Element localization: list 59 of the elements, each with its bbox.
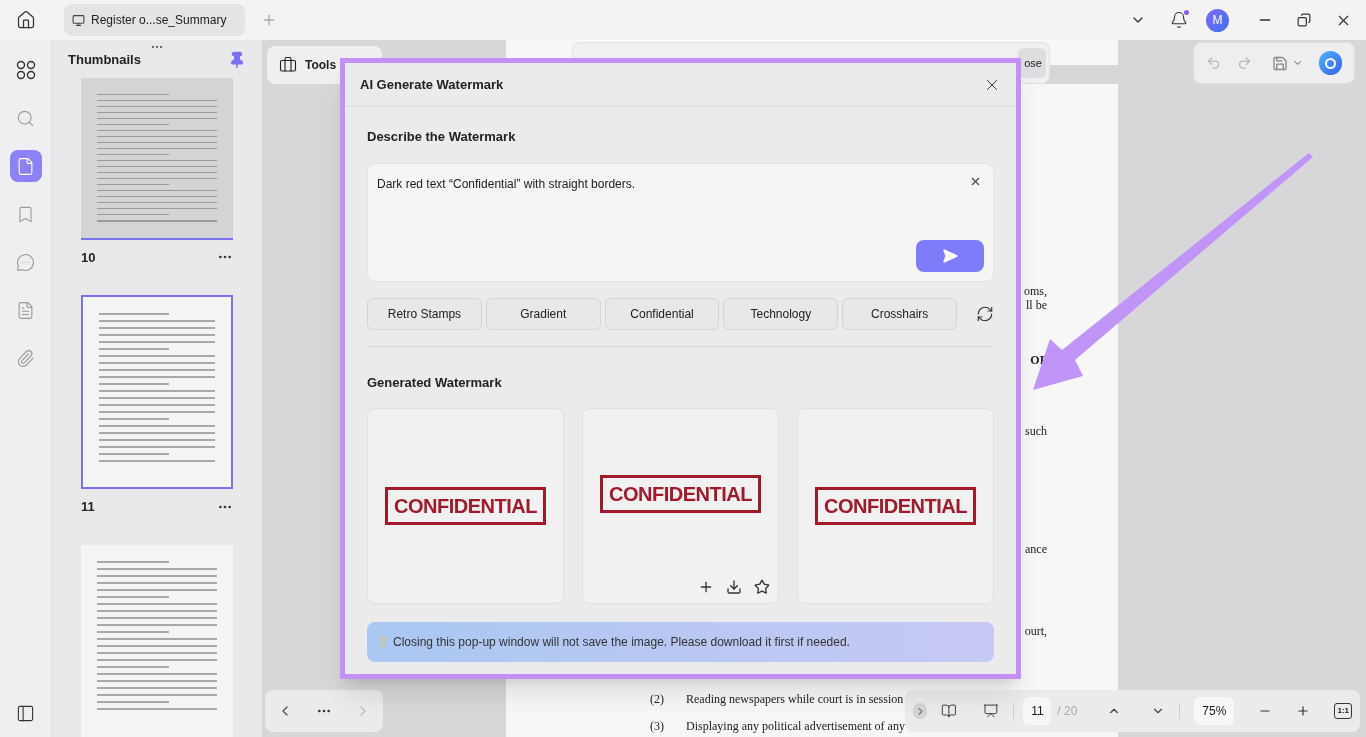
- confidential-stamp: CONFIDENTIAL: [600, 475, 761, 513]
- section-title: Describe the Watermark: [367, 128, 517, 146]
- document-text: such: [1025, 424, 1047, 438]
- document-text: ll be: [1026, 298, 1047, 312]
- style-chip[interactable]: Gradient: [485, 297, 601, 330]
- apps-icon[interactable]: [15, 60, 36, 80]
- prompt-field[interactable]: Dark red text “Confidential” with straight borders.: [367, 162, 994, 282]
- document-text: Reading newspapers while court is in session: [686, 692, 904, 706]
- page-thumbnail[interactable]: [81, 295, 233, 489]
- page-number: 11: [81, 498, 95, 516]
- document-tab[interactable]: Register o...se_Summary: [64, 4, 245, 36]
- page-thumbnail[interactable]: [81, 77, 233, 240]
- page-number-field[interactable]: 11: [1023, 697, 1052, 725]
- user-avatar[interactable]: M: [1206, 8, 1229, 32]
- confidential-stamp: CONFIDENTIAL: [385, 487, 546, 525]
- zoom-in-icon[interactable]: [1296, 703, 1311, 719]
- section-title: Generated Watermark: [367, 373, 503, 392]
- style-chip[interactable]: Retro Stamps: [367, 297, 482, 330]
- page-number: 10: [81, 248, 96, 267]
- ai-assistant-icon[interactable]: [1319, 51, 1342, 75]
- document-text: oms,: [1024, 284, 1047, 298]
- style-chip[interactable]: Technology: [723, 297, 839, 330]
- download-icon[interactable]: [726, 579, 742, 595]
- send-button[interactable]: [916, 239, 984, 272]
- star-icon[interactable]: [754, 579, 770, 595]
- add-icon[interactable]: [698, 579, 714, 595]
- home-icon[interactable]: [16, 10, 36, 30]
- pin-icon[interactable]: [228, 50, 246, 69]
- zoom-field[interactable]: 75%: [1194, 697, 1235, 725]
- toolbox-icon: [279, 56, 297, 74]
- monitor-icon: [72, 13, 85, 27]
- expand-icon[interactable]: [913, 703, 927, 719]
- lightbulb-icon: [377, 636, 389, 648]
- restore-icon[interactable]: [1297, 13, 1311, 27]
- watermark-card[interactable]: CONFIDENTIAL: [367, 408, 564, 604]
- document-text: Displaying any political advertisement of any: [686, 719, 905, 733]
- watermark-card[interactable]: CONFIDENTIAL: [582, 408, 779, 604]
- notice-text: Closing this pop-up window will not save the image. Please download it first if needed.: [393, 634, 850, 651]
- presentation-icon[interactable]: [982, 702, 999, 720]
- refresh-icon[interactable]: [976, 304, 995, 323]
- panel-icon[interactable]: [16, 704, 35, 723]
- watermark-card[interactable]: CONFIDENTIAL: [797, 408, 994, 604]
- close-button[interactable]: ose: [1018, 48, 1046, 78]
- document-text: ourt,: [1024, 624, 1047, 638]
- paperclip-icon[interactable]: [16, 348, 35, 368]
- style-chip[interactable]: Crosshairs: [842, 297, 958, 330]
- actual-size-button[interactable]: 1:1: [1334, 703, 1353, 719]
- document-icon[interactable]: [16, 156, 35, 176]
- bell-icon[interactable]: [1170, 11, 1188, 29]
- two-page-icon[interactable]: [941, 702, 957, 720]
- confidential-stamp: CONFIDENTIAL: [815, 487, 976, 525]
- panel-title: Thumbnails: [68, 51, 141, 69]
- document-text: ance: [1025, 542, 1047, 556]
- style-chip[interactable]: Confidential: [604, 297, 720, 330]
- list-number: (3): [650, 719, 664, 733]
- save-icon[interactable]: [1272, 54, 1289, 72]
- send-icon: [942, 247, 958, 264]
- page-total: / 20: [1057, 703, 1078, 720]
- list-number: (2): [650, 692, 664, 706]
